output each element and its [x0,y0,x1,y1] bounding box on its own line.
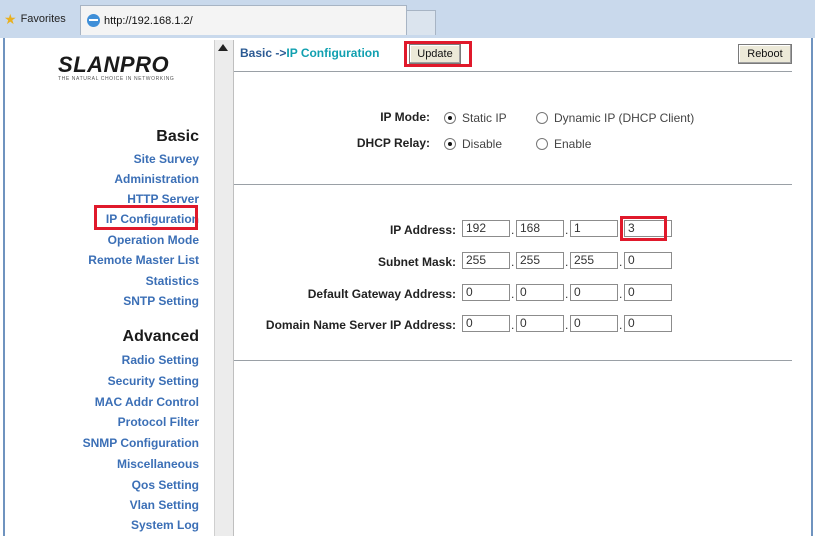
sidebar-item-security-setting[interactable]: Security Setting [108,374,199,388]
ip-mode-static-option[interactable]: Static IP [444,111,507,125]
subnet-mask-octet-3[interactable]: 255 [570,252,618,269]
octet-separator: . [511,255,515,269]
ip-address-label: IP Address: [389,223,456,237]
ip-mode-dhcp-label: Dynamic IP (DHCP Client) [554,111,695,125]
dns-octet-4[interactable]: 0 [624,315,672,332]
sidebar-item-protocol-filter[interactable]: Protocol Filter [118,415,199,429]
fields-divider [234,360,792,361]
ip-mode-label: IP Mode: [380,110,430,124]
dhcp-relay-enable-label: Enable [554,137,592,151]
octet-separator: . [565,223,569,237]
gateway-octet-2[interactable]: 0 [516,284,564,301]
octet-separator: . [511,287,515,301]
favorites-star-icon: ★ [4,10,17,27]
dns-octet-2[interactable]: 0 [516,315,564,332]
dhcp-relay-label: DHCP Relay: [356,136,430,150]
default-gateway-label: Default Gateway Address: [307,287,456,301]
basic-section-title: Basic [156,128,199,145]
advanced-section-title: Advanced [122,328,199,345]
breadcrumb: Basic ->IP Configuration [240,46,379,60]
gateway-octet-3[interactable]: 0 [570,284,618,301]
sidebar-item-sntp-setting[interactable]: SNTP Setting [123,294,199,308]
subnet-mask-octet-2[interactable]: 255 [516,252,564,269]
radio-selected-icon[interactable] [444,112,456,124]
ip-address-octet-2[interactable]: 168 [516,220,564,237]
radio-unselected-icon[interactable] [536,138,548,150]
subnet-mask-octet-4[interactable]: 0 [624,252,672,269]
dhcp-relay-disable-option[interactable]: Disable [444,137,502,151]
sidebar-item-site-survey[interactable]: Site Survey [134,152,199,166]
update-button-highlight [404,41,472,67]
radio-selected-icon[interactable] [444,138,456,150]
radio-unselected-icon[interactable] [536,112,548,124]
reboot-button[interactable]: Reboot [738,44,792,64]
breadcrumb-prefix: Basic -> [240,46,287,60]
ip-address-octet-3[interactable]: 1 [570,220,618,237]
ip-mode-static-label: Static IP [462,111,507,125]
tab-url: http://192.168.1.2/ [104,14,193,27]
gateway-octet-1[interactable]: 0 [462,284,510,301]
ip-address-octet-1[interactable]: 192 [462,220,510,237]
dns-octet-1[interactable]: 0 [462,315,510,332]
header-divider [234,71,792,72]
sidebar-item-miscellaneous[interactable]: Miscellaneous [117,457,199,471]
sidebar-item-qos-setting[interactable]: Qos Setting [132,478,199,492]
sidebar-item-snmp-configuration[interactable]: SNMP Configuration [83,436,199,450]
dhcp-relay-disable-label: Disable [462,137,503,151]
ip-last-octet-highlight [620,216,667,241]
octet-separator: . [619,255,623,269]
sidebar-item-statistics[interactable]: Statistics [146,274,199,288]
sidebar-item-vlan-setting[interactable]: Vlan Setting [130,498,199,512]
octet-separator: . [511,223,515,237]
octet-separator: . [565,255,569,269]
octet-separator: . [565,318,569,332]
sidebar-item-administration[interactable]: Administration [114,172,199,186]
sidebar-item-http-server[interactable]: HTTP Server [127,192,199,206]
sidebar-item-system-log[interactable]: System Log [131,518,199,532]
scroll-up-arrow-icon[interactable] [218,44,228,51]
browser-tab[interactable]: http://192.168.1.2/ [80,5,407,35]
subnet-mask-octet-1[interactable]: 255 [462,252,510,269]
mode-divider [234,184,792,185]
new-tab-button[interactable] [406,10,436,35]
octet-separator: . [565,287,569,301]
favorites-label: Favorites [20,13,66,25]
favorites-button[interactable]: ★ Favorites [4,4,74,34]
sidebar-item-mac-addr-control[interactable]: MAC Addr Control [95,395,199,409]
breadcrumb-current: IP Configuration [286,46,380,60]
sidebar-item-remote-master-list[interactable]: Remote Master List [88,253,199,267]
octet-separator: . [511,318,515,332]
dns-server-label: Domain Name Server IP Address: [265,318,456,332]
sidebar-item-operation-mode[interactable]: Operation Mode [108,233,199,247]
ip-mode-dhcp-option[interactable]: Dynamic IP (DHCP Client) [536,111,694,125]
octet-separator: . [619,287,623,301]
sidebar-scrollbar[interactable] [214,40,234,536]
sidebar-item-radio-setting[interactable]: Radio Setting [122,353,199,367]
octet-separator: . [619,318,623,332]
dhcp-relay-enable-option[interactable]: Enable [536,137,591,151]
gateway-octet-4[interactable]: 0 [624,284,672,301]
subnet-mask-label: Subnet Mask: [377,255,456,269]
dns-octet-3[interactable]: 0 [570,315,618,332]
ie-page-icon [87,14,100,27]
ip-configuration-highlight [94,205,198,230]
